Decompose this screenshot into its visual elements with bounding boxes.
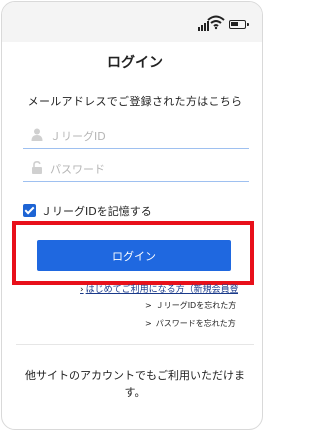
password-field[interactable]: パスワード	[23, 154, 249, 182]
other-accounts-text: 他サイトのアカウントでもご利用いただけます。	[25, 369, 245, 399]
first-time-link[interactable]: ›はじめてご利用になる方（新規会員登録）	[80, 282, 238, 295]
remember-id-label: ＪリーグIDを記憶する	[41, 205, 152, 218]
chevron-right-icon: ›	[80, 285, 84, 295]
forgot-id-link[interactable]: > ＪリーグIDを忘れた方	[145, 300, 236, 311]
id-field[interactable]: ＪリーグID	[23, 121, 249, 149]
phone-frame: ログイン メールアドレスでご登録された方はこちら ＪリーグID パスワード Ｊリ…	[1, 1, 263, 430]
forgot-id-label: ＪリーグIDを忘れた方	[155, 301, 237, 310]
lock-icon	[32, 161, 42, 174]
user-icon	[31, 128, 43, 141]
lead-text: メールアドレスでご登録された方はこちら	[27, 95, 243, 108]
divider	[16, 344, 254, 345]
status-bar	[2, 2, 262, 42]
remember-id-checkbox[interactable]	[23, 204, 36, 217]
forgot-password-label: パスワードを忘れた方	[155, 319, 236, 328]
wifi-icon	[207, 15, 225, 30]
chevron-right-icon: >	[145, 301, 152, 310]
password-placeholder: パスワード	[50, 163, 105, 176]
first-time-link-label: はじめてご利用になる方（新規会員登録）	[85, 285, 238, 295]
id-placeholder: ＪリーグID	[50, 130, 106, 143]
battery-icon	[229, 20, 249, 29]
forgot-password-link[interactable]: > パスワードを忘れた方	[145, 318, 236, 329]
login-button[interactable]: ログイン	[37, 240, 231, 271]
page-title: ログイン	[107, 55, 163, 71]
chevron-right-icon: >	[145, 319, 152, 328]
